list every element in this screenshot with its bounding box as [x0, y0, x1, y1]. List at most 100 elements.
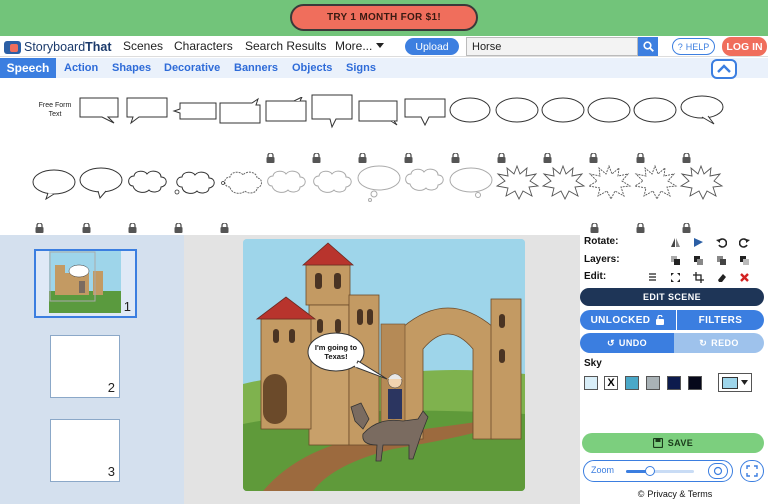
save-button[interactable]: SAVE: [582, 433, 764, 453]
delete-icon[interactable]: [739, 272, 750, 283]
cell-number: 1: [123, 299, 131, 314]
oval-bubble[interactable]: [586, 96, 632, 126]
nav-characters[interactable]: Characters: [174, 38, 233, 54]
lock-icon: [590, 223, 599, 233]
free-form-label-line1: Free Form: [38, 102, 72, 109]
login-button[interactable]: LOG IN: [722, 37, 767, 56]
tab-decorative[interactable]: Decorative: [164, 58, 220, 78]
oval-bubble[interactable]: [494, 96, 540, 126]
tab-banners[interactable]: Banners: [234, 58, 278, 78]
storyboard-cell[interactable]: 1: [34, 249, 137, 318]
tab-shapes[interactable]: Shapes: [112, 58, 151, 78]
tab-action[interactable]: Action: [64, 58, 98, 78]
tab-signs[interactable]: Signs: [346, 58, 376, 78]
flip-vertical-icon[interactable]: [693, 237, 704, 248]
filters-button[interactable]: FILTERS: [676, 310, 764, 330]
burst-bubble[interactable]: [494, 164, 540, 200]
fit-to-screen-button[interactable]: [708, 463, 728, 479]
crop-icon[interactable]: [693, 272, 704, 283]
resize-icon[interactable]: [670, 272, 681, 283]
burst-bubble[interactable]: [678, 164, 724, 200]
edit-scene-button[interactable]: EDIT SCENE: [580, 288, 764, 306]
lock-icon: [636, 153, 645, 163]
eraser-icon[interactable]: [716, 272, 727, 283]
rectangle-bubble[interactable]: [125, 95, 169, 125]
scene-canvas[interactable]: I'm going to Texas!: [243, 239, 525, 491]
fit-screen-icon: [713, 466, 723, 476]
rectangle-bubble[interactable]: [357, 97, 399, 127]
search-input[interactable]: [466, 37, 638, 56]
cloud-bubble[interactable]: [310, 168, 354, 198]
nav-search-results[interactable]: Search Results: [245, 38, 326, 54]
sky-color-swatch-none[interactable]: X: [604, 376, 618, 390]
unlocked-button[interactable]: UNLOCKED: [580, 310, 676, 330]
tab-objects[interactable]: Objects: [292, 58, 332, 78]
oval-bubble[interactable]: [540, 96, 586, 126]
rectangle-bubble[interactable]: [218, 97, 262, 127]
cell-number: 2: [107, 380, 115, 395]
upload-button[interactable]: Upload: [405, 38, 459, 55]
rectangle-bubble[interactable]: [78, 95, 122, 125]
privacy-terms-link[interactable]: © Privacy & Terms: [620, 488, 730, 500]
cloud-bubble[interactable]: [218, 168, 264, 198]
cloud-bubble[interactable]: [78, 166, 124, 200]
cloud-bubble[interactable]: [125, 168, 169, 198]
layers-label: Layers:: [584, 254, 620, 265]
undo-button[interactable]: ↺ UNDO: [580, 333, 674, 353]
oval-bubble[interactable]: [448, 96, 492, 126]
bring-to-front-icon[interactable]: [670, 255, 681, 266]
rectangle-bubble[interactable]: [172, 99, 218, 123]
cloud-bubble[interactable]: [172, 168, 218, 198]
cloud-bubble[interactable]: [356, 164, 402, 202]
logo[interactable]: Storyboard That: [4, 38, 112, 56]
sky-color-swatch[interactable]: [646, 376, 660, 390]
promo-button[interactable]: TRY 1 MONTH FOR $1!: [290, 4, 478, 31]
cloud-bubble[interactable]: [30, 168, 78, 200]
send-backward-icon[interactable]: [716, 255, 727, 266]
storyboard-cell[interactable]: 3: [50, 419, 120, 482]
zoom-slider-handle[interactable]: [644, 466, 655, 476]
sky-color-swatch[interactable]: [667, 376, 681, 390]
burst-bubble[interactable]: [586, 164, 632, 200]
storyboard-cell[interactable]: 2: [50, 335, 120, 398]
redo-button[interactable]: ↻ REDO: [674, 333, 764, 353]
rotate-left-icon[interactable]: [716, 237, 727, 248]
rectangle-bubble[interactable]: [264, 97, 308, 127]
lock-icon: [682, 223, 691, 233]
nav-more[interactable]: More...: [335, 38, 385, 54]
collapse-palette-button[interactable]: [711, 59, 737, 79]
fullscreen-button[interactable]: [740, 460, 764, 482]
oval-bubble[interactable]: [678, 94, 726, 126]
sky-color-swatch[interactable]: [625, 376, 639, 390]
tab-speech[interactable]: Speech: [0, 58, 56, 78]
flip-horizontal-icon[interactable]: [670, 237, 681, 248]
cloud-bubble[interactable]: [448, 166, 494, 200]
oval-bubble[interactable]: [632, 96, 678, 126]
current-sky-color: [722, 376, 738, 389]
text-align-icon[interactable]: [647, 272, 658, 283]
unlocked-label: UNLOCKED: [590, 314, 651, 326]
lock-icon: [174, 223, 183, 233]
zoom-slider[interactable]: [626, 466, 694, 476]
lock-icon: [266, 153, 275, 163]
cloud-bubble[interactable]: [402, 166, 446, 196]
speech-bubble-text[interactable]: I'm going to Texas!: [311, 343, 361, 361]
lock-icon: [543, 153, 552, 163]
undo-icon: ↺: [606, 337, 615, 348]
search-icon: [642, 41, 654, 52]
search-button[interactable]: [638, 37, 658, 56]
burst-bubble[interactable]: [632, 164, 678, 200]
bring-forward-icon[interactable]: [693, 255, 704, 266]
help-button[interactable]: ? HELP: [672, 38, 715, 55]
nav-scenes[interactable]: Scenes: [123, 38, 163, 54]
sky-color-swatch[interactable]: [584, 376, 598, 390]
rotate-right-icon[interactable]: [739, 237, 750, 248]
sky-color-swatch[interactable]: [688, 376, 702, 390]
rectangle-bubble[interactable]: [403, 95, 447, 127]
cloud-bubble[interactable]: [264, 168, 308, 198]
sky-color-picker[interactable]: [718, 373, 752, 392]
rectangle-bubble[interactable]: [310, 93, 354, 129]
free-form-text-item[interactable]: Free Form Text: [30, 101, 80, 119]
send-to-back-icon[interactable]: [739, 255, 750, 266]
burst-bubble[interactable]: [540, 164, 586, 200]
